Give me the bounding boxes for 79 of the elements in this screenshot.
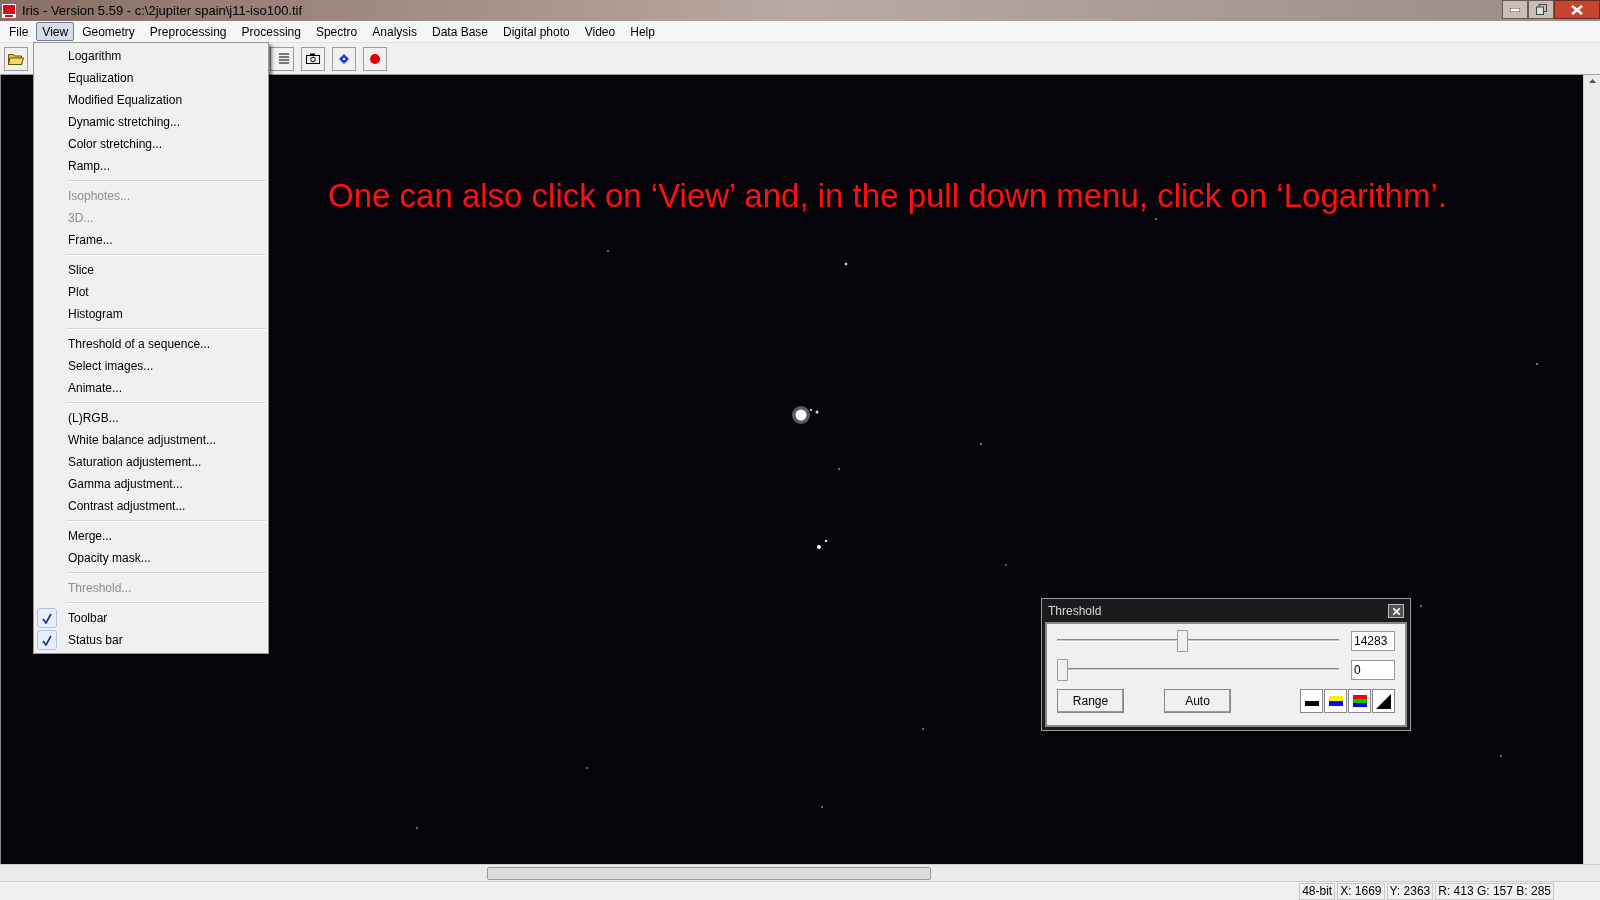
- menu-item[interactable]: Frame...: [34, 229, 268, 251]
- app-icon: [2, 3, 16, 18]
- menu-item[interactable]: Merge...: [34, 525, 268, 547]
- menu-item[interactable]: Preprocessing: [142, 22, 234, 41]
- list-icon: [279, 52, 289, 65]
- close-icon: [1392, 607, 1400, 615]
- status-field: 48-bit: [1299, 882, 1336, 900]
- dialog-button[interactable]: Range: [1057, 689, 1124, 713]
- minimize-icon: [1510, 7, 1520, 12]
- folder-icon: [8, 52, 24, 65]
- status-field: R: 413 G: 157 B: 285: [1435, 882, 1554, 900]
- vertical-scrollbar[interactable]: [1583, 75, 1600, 864]
- slider[interactable]: [1057, 659, 1339, 681]
- annotation-text: One can also click on ‘View’ and, in the pull down menu, click on ‘Logarithm’.: [328, 176, 1447, 216]
- menu-item[interactable]: Processing: [234, 22, 308, 41]
- dialog-button[interactable]: Auto: [1164, 689, 1231, 713]
- palette-swatch-icon: [1328, 696, 1343, 706]
- menu-item[interactable]: White balance adjustment...: [34, 429, 268, 451]
- menu-item[interactable]: Logarithm: [34, 45, 268, 67]
- menu-item[interactable]: Threshold of a sequence...: [34, 333, 268, 355]
- menu-item[interactable]: File: [2, 22, 36, 41]
- menu-item[interactable]: Contrast adjustment...: [34, 495, 268, 517]
- palette-button[interactable]: [1300, 689, 1323, 713]
- menu-item[interactable]: Gamma adjustment...: [34, 473, 268, 495]
- menu-item[interactable]: Analysis: [365, 22, 424, 41]
- menu-item[interactable]: Saturation adjustement...: [34, 451, 268, 473]
- close-icon: [1571, 4, 1583, 15]
- status-field: X: 1669: [1337, 882, 1385, 900]
- value-field[interactable]: 14283: [1351, 631, 1395, 651]
- diamond-button[interactable]: [332, 46, 356, 71]
- slider-thumb[interactable]: [1057, 659, 1068, 681]
- close-button[interactable]: [1388, 604, 1404, 618]
- slider[interactable]: [1057, 630, 1339, 652]
- diamond-icon: [339, 53, 349, 64]
- menu-item[interactable]: Status bar: [34, 629, 268, 651]
- menu-item[interactable]: Digital photo: [496, 22, 577, 41]
- menu-item[interactable]: Select images...: [34, 355, 268, 377]
- menu-item[interactable]: Dynamic stretching...: [34, 111, 268, 133]
- status-field: Y: 2363: [1386, 882, 1434, 900]
- menu-item[interactable]: Slice: [34, 259, 268, 281]
- menu-item[interactable]: Data Base: [424, 22, 495, 41]
- menu-item[interactable]: Modified Equalization: [34, 89, 268, 111]
- close-button[interactable]: [1554, 0, 1600, 19]
- menu-item[interactable]: Plot: [34, 281, 268, 303]
- palette-button[interactable]: [1324, 689, 1347, 713]
- menu-item[interactable]: Histogram: [34, 303, 268, 325]
- menu-item[interactable]: Toolbar: [34, 607, 268, 629]
- planet-drawing: [792, 406, 819, 424]
- menu-item[interactable]: Equalization: [34, 67, 268, 89]
- record-button[interactable]: [363, 46, 387, 71]
- minimize-button[interactable]: [1502, 0, 1528, 19]
- dot-icon: [370, 53, 380, 64]
- palette-button[interactable]: [1372, 689, 1395, 713]
- value-field[interactable]: 0: [1351, 660, 1395, 680]
- menu-item[interactable]: Video: [577, 22, 623, 41]
- menu-item[interactable]: (L)RGB...: [34, 407, 268, 429]
- open-folder-button[interactable]: [4, 46, 28, 71]
- menu-item[interactable]: View: [36, 22, 75, 41]
- scrollbar-thumb[interactable]: [487, 867, 931, 880]
- scroll-up-arrow-icon[interactable]: [1588, 79, 1596, 83]
- gradient-triangle-icon: [1376, 693, 1391, 709]
- menu-item[interactable]: Geometry: [75, 22, 142, 41]
- restore-button[interactable]: [1528, 0, 1554, 19]
- camera-icon: [306, 53, 320, 64]
- palette-button[interactable]: [1348, 689, 1371, 713]
- menu-item[interactable]: Color stretching...: [34, 133, 268, 155]
- window-title: Iris - Version 5.59 - c:\2jupiter spain\j11-iso100.tif: [22, 1, 303, 20]
- rgb-swatch-icon: [1352, 695, 1367, 707]
- menu-item[interactable]: Help: [623, 22, 662, 41]
- list-button[interactable]: [270, 46, 294, 71]
- dialog-title: Threshold: [1048, 603, 1102, 620]
- menu-item[interactable]: Ramp...: [34, 155, 268, 177]
- menu-item[interactable]: Opacity mask...: [34, 547, 268, 569]
- horizontal-scrollbar[interactable]: [0, 864, 1600, 881]
- camera-button[interactable]: [301, 46, 325, 71]
- menu-item[interactable]: Animate...: [34, 377, 268, 399]
- restore-icon: [1535, 4, 1547, 15]
- menu-item[interactable]: Spectro: [308, 22, 365, 41]
- slider-thumb[interactable]: [1177, 630, 1189, 652]
